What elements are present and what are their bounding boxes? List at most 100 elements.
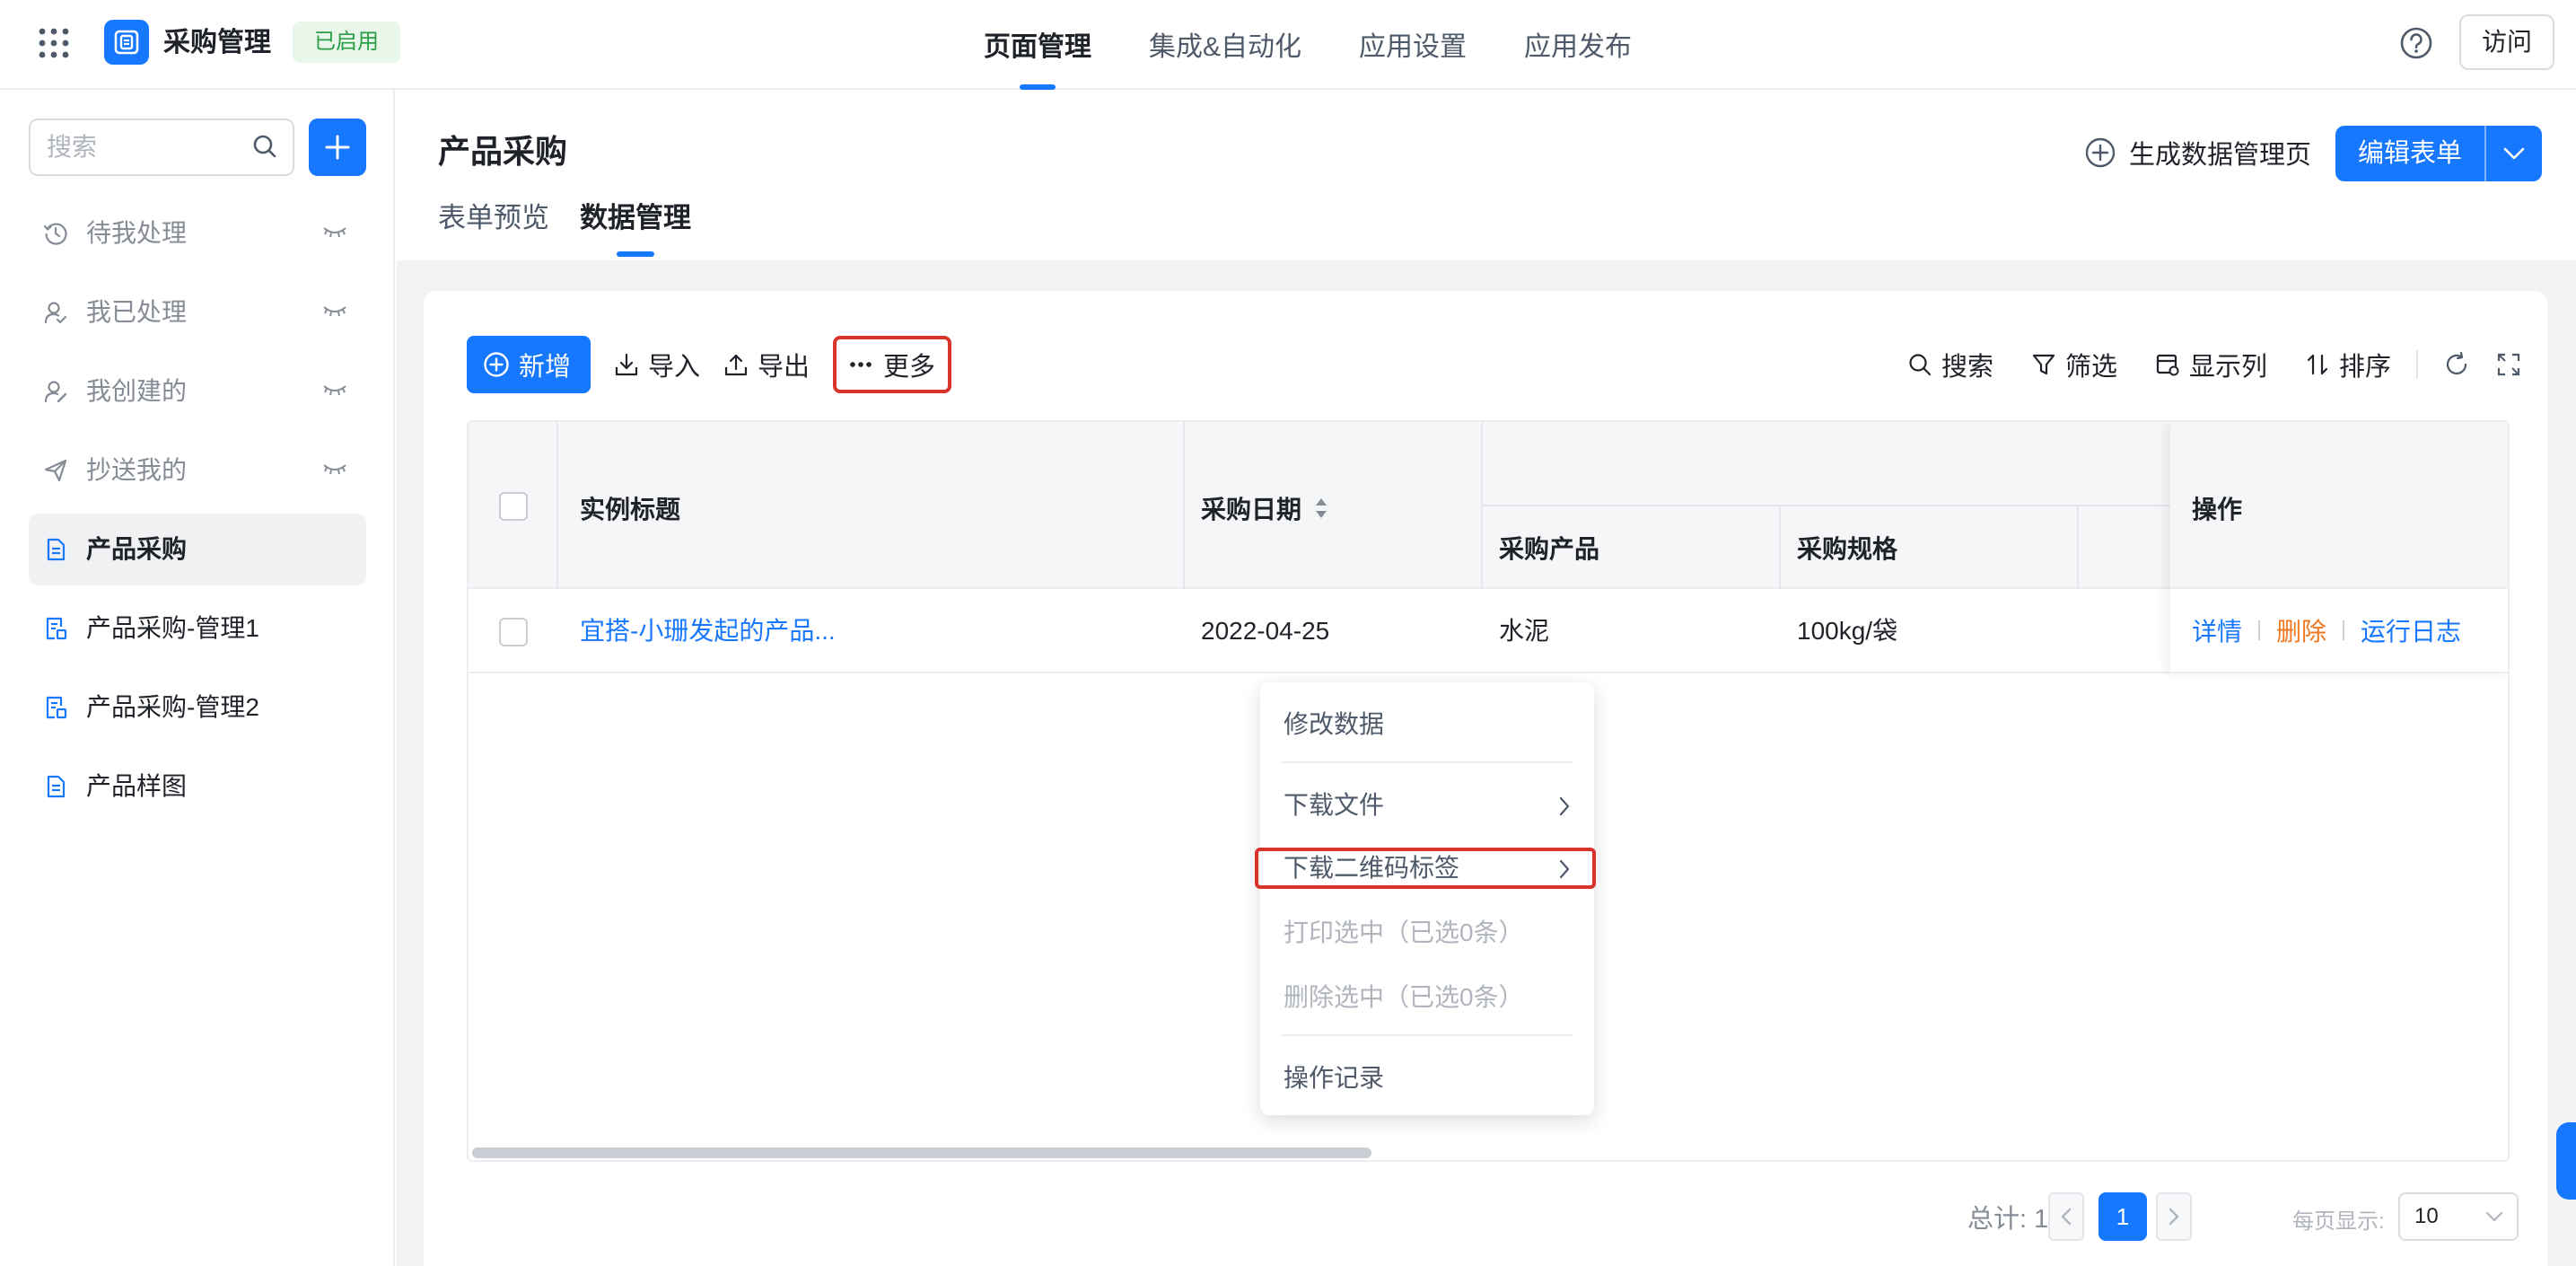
run-log-link[interactable]: 运行日志 xyxy=(2361,612,2461,648)
horizontal-scrollbar[interactable] xyxy=(472,1147,1371,1158)
export-button[interactable]: 导出 xyxy=(723,336,810,393)
toolbar-right: 搜索 筛选 显示列 排序 xyxy=(1870,336,2522,393)
row-product: 水泥 xyxy=(1499,617,1550,645)
form-doc-icon xyxy=(43,774,68,799)
form-doc-icon xyxy=(43,537,68,562)
row-title-link[interactable]: 宜搭-小珊发起的产品... xyxy=(580,589,836,673)
delete-link[interactable]: 删除 xyxy=(2276,612,2326,648)
more-dropdown-menu: 修改数据 下载文件 下载二维码标签 打印选中（已选0条） 删除选中（已选0条） … xyxy=(1255,682,1596,1115)
column-divider xyxy=(1779,505,1781,589)
per-page-select[interactable]: 10 xyxy=(2398,1192,2519,1241)
page-title: 产品采购 xyxy=(438,133,568,170)
row-checkbox[interactable] xyxy=(499,618,528,646)
sort-label: 排序 xyxy=(2338,353,2391,382)
fullscreen-icon[interactable] xyxy=(2495,351,2522,378)
column-header-date[interactable]: 采购日期 xyxy=(1201,490,1328,526)
columns-button[interactable]: 显示列 xyxy=(2155,346,2267,383)
sidebar-search-input[interactable] xyxy=(47,120,244,174)
status-badge: 已启用 xyxy=(293,22,400,63)
nav-tab-page-management[interactable]: 页面管理 xyxy=(984,0,1091,90)
refresh-icon[interactable] xyxy=(2443,351,2470,378)
column-divider xyxy=(1183,422,1185,589)
sort-button[interactable]: 排序 xyxy=(2305,346,2391,383)
edit-form-button[interactable]: 编辑表单 xyxy=(2335,126,2484,181)
sidebar-item-created[interactable]: 我创建的 xyxy=(29,356,366,427)
link-separator xyxy=(2343,620,2345,640)
sidebar-item-label: 我已处理 xyxy=(86,298,188,326)
link-separator xyxy=(2258,620,2261,640)
select-all-checkbox[interactable] xyxy=(499,492,528,521)
add-page-button[interactable] xyxy=(309,119,366,176)
sidebar-item-pending[interactable]: 待我处理 xyxy=(29,198,366,269)
tab-data-management[interactable]: 数据管理 xyxy=(580,196,691,241)
page-number-button[interactable]: 1 xyxy=(2098,1192,2147,1241)
edit-form-dropdown-toggle[interactable] xyxy=(2484,126,2542,181)
sidebar-item-label: 产品采购-管理2 xyxy=(86,693,259,721)
columns-icon xyxy=(2156,354,2179,376)
more-button[interactable]: 更多 xyxy=(833,336,952,393)
menu-item-operation-log[interactable]: 操作记录 xyxy=(1260,1047,1594,1110)
sidebar-item-label: 待我处理 xyxy=(86,219,188,247)
user-edit-icon xyxy=(43,379,68,404)
column-header-title[interactable]: 实例标题 xyxy=(580,490,680,526)
sidebar-item-handled[interactable]: 我已处理 xyxy=(29,277,366,348)
nav-tab-app-publish[interactable]: 应用发布 xyxy=(1524,0,1632,90)
column-header-product[interactable]: 采购产品 xyxy=(1499,530,1599,566)
sidebar-item-product-purchase[interactable]: 产品采购 xyxy=(29,514,366,585)
main-nav: 页面管理 集成&自动化 应用设置 应用发布 xyxy=(955,0,1660,90)
sidebar-item-cc[interactable]: 抄送我的 xyxy=(29,435,366,506)
nav-tab-integration[interactable]: 集成&自动化 xyxy=(1149,0,1301,90)
report-doc-icon xyxy=(43,616,68,641)
column-header-spec[interactable]: 采购规格 xyxy=(1797,530,1897,566)
prev-page-button[interactable] xyxy=(2048,1192,2084,1241)
search-button[interactable]: 搜索 xyxy=(1907,346,1993,383)
user-check-icon xyxy=(43,300,68,325)
column-divider xyxy=(556,422,558,589)
eye-closed-icon[interactable] xyxy=(321,303,348,320)
sort-icon xyxy=(2307,354,2328,375)
filter-label: 筛选 xyxy=(2064,353,2117,382)
detail-link[interactable]: 详情 xyxy=(2192,612,2242,648)
columns-label: 显示列 xyxy=(2188,353,2267,382)
new-record-button[interactable]: 新增 xyxy=(467,336,591,393)
chevron-right-icon xyxy=(2169,1208,2179,1226)
search-icon xyxy=(1909,354,1932,376)
filter-icon xyxy=(2032,354,2055,375)
chevron-left-icon xyxy=(2061,1208,2072,1226)
operations-column: 操作 详情 删除 运行日志 xyxy=(2170,422,2508,673)
sidebar-item-product-samples[interactable]: 产品样图 xyxy=(29,751,366,822)
floating-side-tab[interactable] xyxy=(2556,1122,2576,1200)
toolbar-left: 新增 导入 导出 更多 xyxy=(467,336,952,393)
sidebar-item-label: 抄送我的 xyxy=(86,456,188,484)
operations-header: 操作 xyxy=(2170,422,2508,589)
visit-button[interactable]: 访问 xyxy=(2459,14,2554,70)
filter-button[interactable]: 筛选 xyxy=(2031,346,2117,383)
menu-item-modify-data[interactable]: 修改数据 xyxy=(1260,693,1594,756)
app-name: 采购管理 xyxy=(163,28,271,57)
sidebar-nav-list: 待我处理 我已处理 我创建的 抄送我的 产品采购 产品采购-管理1 产品采购-管… xyxy=(29,198,366,830)
sidebar-item-product-purchase-mgmt1[interactable]: 产品采购-管理1 xyxy=(29,593,366,664)
import-button[interactable]: 导入 xyxy=(614,336,700,393)
menu-divider xyxy=(1282,761,1573,763)
generate-data-page-button[interactable]: 生成数据管理页 xyxy=(2084,131,2311,174)
menu-item-download-qr-labels[interactable]: 下载二维码标签 xyxy=(1260,837,1594,900)
sidebar-item-product-purchase-mgmt2[interactable]: 产品采购-管理2 xyxy=(29,672,366,743)
menu-item-download-files[interactable]: 下载文件 xyxy=(1260,774,1594,837)
help-icon[interactable] xyxy=(2398,25,2434,61)
download-icon xyxy=(615,353,638,376)
pagination: 总计: 1 1 每页显示: 10 xyxy=(424,1189,2547,1243)
chevron-right-icon xyxy=(1559,796,1570,816)
tab-form-preview[interactable]: 表单预览 xyxy=(438,196,549,241)
next-page-button[interactable] xyxy=(2156,1192,2192,1241)
column-divider xyxy=(2077,505,2079,589)
app-grid-icon[interactable] xyxy=(38,27,70,59)
nav-tab-app-settings[interactable]: 应用设置 xyxy=(1359,0,1467,90)
sidebar: 待我处理 我已处理 xyxy=(0,90,395,1266)
eye-closed-icon[interactable] xyxy=(321,462,348,478)
chevron-down-icon xyxy=(2503,147,2525,160)
sort-toggle-icon xyxy=(1316,498,1327,518)
eye-closed-icon[interactable] xyxy=(321,224,348,241)
search-icon[interactable] xyxy=(251,133,278,160)
eye-closed-icon[interactable] xyxy=(321,382,348,399)
sidebar-search xyxy=(29,119,294,176)
